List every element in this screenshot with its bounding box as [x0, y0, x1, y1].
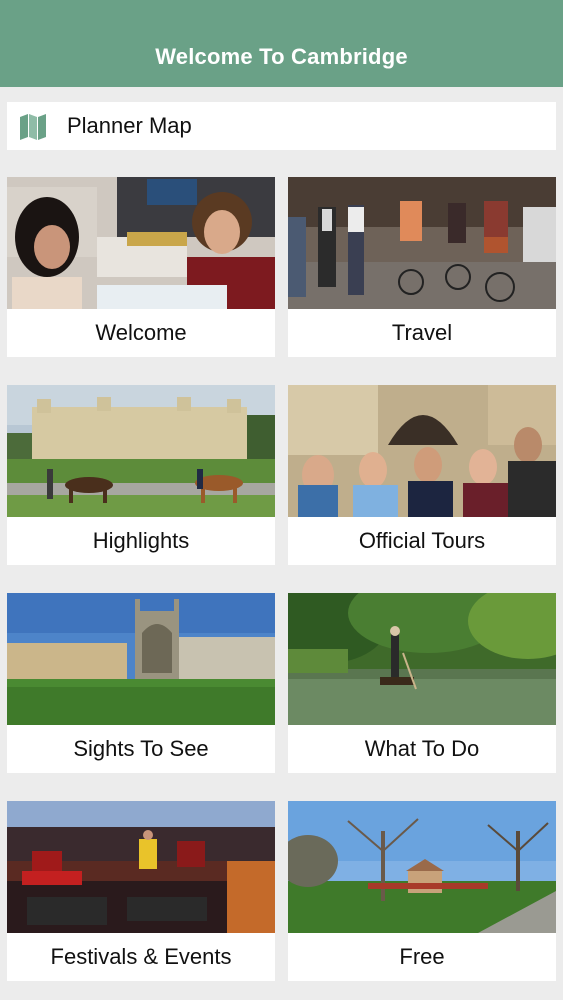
tile-welcome[interactable]: Welcome — [7, 177, 275, 357]
festivals-events-image — [7, 801, 275, 933]
tile-label-highlights: Highlights — [92, 528, 190, 553]
highlights-image — [7, 385, 275, 517]
tile-free[interactable]: Free — [288, 801, 556, 981]
what-to-do-image — [288, 593, 556, 725]
welcome-image — [7, 177, 275, 309]
official-tours-image — [288, 385, 556, 517]
tile-label-what-to-do: What To Do — [364, 736, 480, 761]
tile-label-sights-to-see: Sights To See — [73, 736, 209, 761]
travel-image — [288, 177, 556, 309]
map-icon — [17, 110, 49, 142]
tile-sights-to-see[interactable]: Sights To See — [7, 593, 275, 773]
tile-label-welcome: Welcome — [95, 320, 187, 345]
tile-label-festivals-events: Festivals & Events — [50, 944, 232, 969]
free-image — [288, 801, 556, 933]
tile-label-official-tours: Official Tours — [358, 528, 486, 553]
planner-map-label: Planner Map — [67, 113, 192, 138]
tile-label-travel: Travel — [391, 320, 453, 345]
tile-label-free: Free — [399, 944, 445, 969]
planner-map-button[interactable]: Planner Map — [7, 102, 556, 150]
tile-festivals-events[interactable]: Festivals & Events — [7, 801, 275, 981]
tile-travel[interactable]: Travel — [288, 177, 556, 357]
sights-to-see-image — [7, 593, 275, 725]
page-title: Welcome To Cambridge — [155, 44, 408, 69]
tile-highlights[interactable]: Highlights — [7, 385, 275, 565]
tile-official-tours[interactable]: Official Tours — [288, 385, 556, 565]
tile-what-to-do[interactable]: What To Do — [288, 593, 556, 773]
app-header: Welcome To Cambridge — [0, 0, 563, 87]
